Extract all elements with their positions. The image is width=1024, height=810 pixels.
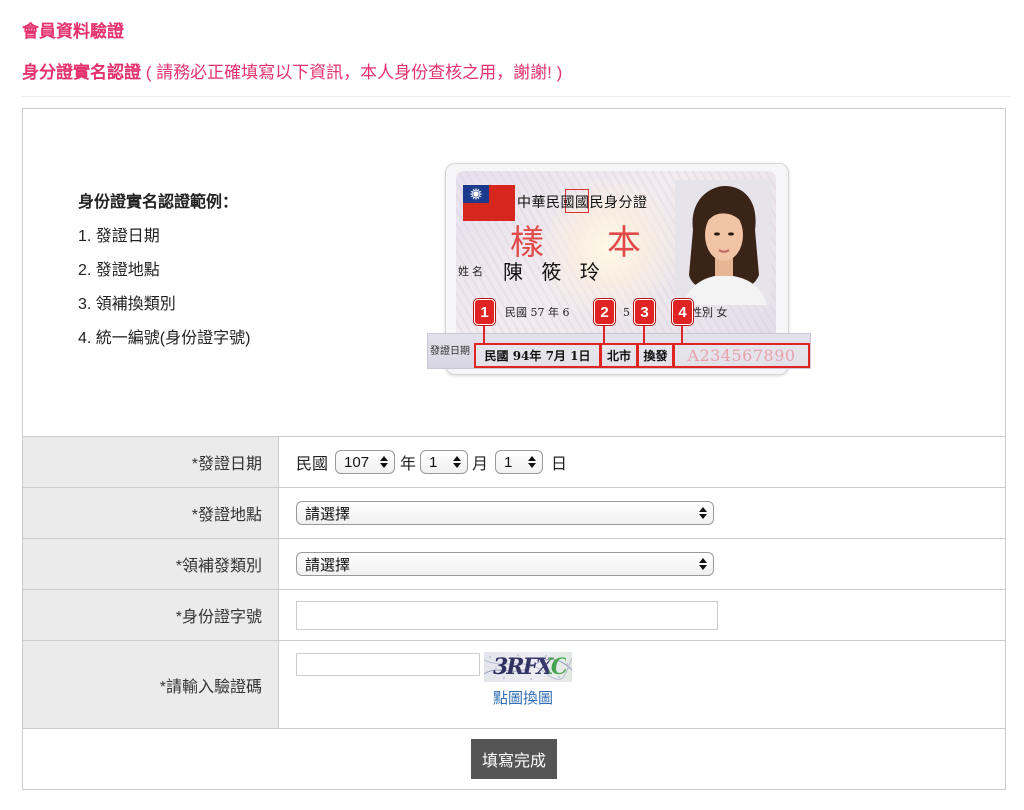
- id-card-name: 陳 筱 玲: [503, 260, 606, 284]
- submit-button[interactable]: 填寫完成: [471, 739, 557, 779]
- issue-date-label: *發證日期: [23, 437, 279, 487]
- id-card-watermark: 本: [607, 223, 641, 263]
- id-card-sample-image: 中華民國國民身分證 樣 本 姓名 陳 筱 玲 民國 57 年 6 5 性別 女 …: [427, 163, 811, 375]
- page-title: 會員資料驗證: [22, 22, 124, 41]
- id-card-issue-date-box: 民國 94年 7月 1日: [474, 343, 601, 368]
- taiwan-flag-icon: [463, 185, 515, 221]
- marker-badge-1: 1: [474, 299, 495, 325]
- marker-badge-3: 3: [634, 299, 655, 325]
- header-divider: [22, 96, 1010, 97]
- id-number-input[interactable]: [296, 600, 718, 630]
- example-item: 1. 發證日期: [78, 228, 160, 245]
- form-row-issue-type: *領補發類別 請選擇: [23, 538, 1005, 589]
- captcha-field: 3RFXC 點圖換圖: [279, 641, 1005, 728]
- id-card-issue-type-box: 換發: [637, 343, 674, 368]
- day-unit: 日: [551, 456, 568, 473]
- up-down-arrow-icon: [453, 456, 462, 468]
- section-title: 身分證實名認證: [22, 63, 141, 82]
- marker-pointer: [603, 324, 605, 343]
- captcha-input[interactable]: [296, 653, 480, 676]
- id-card-issue-label: 發證日期: [430, 346, 470, 357]
- section-heading: 身分證實名認證 ( 請務必正確填寫以下資訊，本人身份查核之用，謝謝! ): [22, 62, 562, 84]
- year-unit: 年: [400, 456, 417, 473]
- captcha-refresh-link[interactable]: 點圖換圖: [493, 689, 553, 709]
- example-heading: 身份證實名認證範例：: [78, 194, 239, 211]
- issue-place-field: 請選擇: [279, 488, 1005, 538]
- form-row-issue-date: *發證日期 民國 107 年 1 月 1 日: [23, 436, 1005, 487]
- issue-place-select[interactable]: 請選擇: [296, 501, 714, 525]
- form-row-issue-place: *發證地點 請選擇: [23, 487, 1005, 538]
- verification-panel: 身份證實名認證範例： 1. 發證日期 2. 發證地點 3. 領補換類別 4. 統…: [22, 108, 1006, 790]
- issue-date-fields: 民國 107 年 1 月 1 日: [279, 437, 1005, 487]
- month-select[interactable]: 1: [420, 450, 469, 474]
- year-select-value: 107: [344, 453, 370, 471]
- era-label: 民國: [296, 456, 329, 473]
- day-select-value: 1: [504, 453, 513, 471]
- up-down-arrow-icon: [380, 456, 389, 468]
- issue-place-select-value: 請選擇: [305, 505, 351, 523]
- id-card-title: 中華民國國民身分證: [517, 195, 648, 211]
- issue-place-label: *發證地點: [23, 488, 279, 538]
- id-number-label: *身份證字號: [23, 590, 279, 640]
- example-section: 身份證實名認證範例： 1. 發證日期 2. 發證地點 3. 領補換類別 4. 統…: [23, 109, 1005, 436]
- example-item: 2. 發證地點: [78, 262, 160, 279]
- marker-badge-2: 2: [594, 299, 615, 325]
- id-card-birth: 民國 57 年 6: [505, 306, 570, 319]
- issue-type-label: *領補發類別: [23, 539, 279, 589]
- id-card-sex: 性別 女: [691, 306, 728, 319]
- id-card-watermark: 樣: [510, 223, 544, 263]
- up-down-arrow-icon: [699, 558, 707, 570]
- id-card-id-number-box: A234567890: [673, 343, 810, 368]
- day-select[interactable]: 1: [495, 450, 544, 474]
- form-row-submit: 填寫完成: [23, 728, 1005, 789]
- month-unit: 月: [472, 456, 489, 473]
- up-down-arrow-icon: [528, 456, 537, 468]
- year-select[interactable]: 107: [335, 450, 396, 474]
- id-number-field: [279, 590, 1005, 640]
- example-list: 身份證實名認證範例： 1. 發證日期 2. 發證地點 3. 領補換類別 4. 統…: [78, 186, 250, 356]
- id-card-name-label: 姓名: [458, 266, 486, 278]
- form-row-captcha: *請輸入驗證碼 3RFXC 點圖換圖: [23, 640, 1005, 728]
- up-down-arrow-icon: [699, 507, 707, 519]
- marker-badge-4: 4: [672, 299, 693, 325]
- issue-type-select[interactable]: 請選擇: [296, 552, 714, 576]
- captcha-image-text: 3RFXC: [493, 654, 568, 680]
- captcha-label: *請輸入驗證碼: [23, 641, 279, 728]
- marker-pointer: [483, 324, 485, 343]
- example-item: 3. 領補換類別: [78, 296, 176, 313]
- issue-type-select-value: 請選擇: [305, 556, 351, 574]
- marker-pointer: [681, 324, 683, 343]
- issue-type-field: 請選擇: [279, 539, 1005, 589]
- form-row-id-number: *身份證字號: [23, 589, 1005, 640]
- id-card-photo: [675, 180, 771, 305]
- marker-pointer: [643, 324, 645, 343]
- id-card-birth-day: 5: [623, 306, 630, 319]
- month-select-value: 1: [429, 453, 438, 471]
- example-item: 4. 統一編號(身份證字號): [78, 330, 251, 347]
- section-note: ( 請務必正確填寫以下資訊，本人身份查核之用，謝謝! ): [145, 63, 563, 82]
- captcha-image[interactable]: 3RFXC: [484, 652, 572, 682]
- id-card-issue-place-box: 北市: [600, 343, 638, 368]
